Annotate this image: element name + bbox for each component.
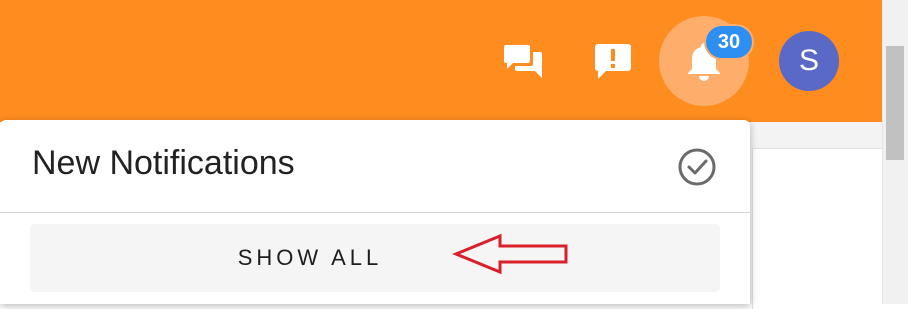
notification-count-badge: 30 [704, 24, 754, 60]
show-all-label: SHOW ALL [237, 245, 383, 270]
show-all-button[interactable]: SHOW ALL [30, 224, 720, 292]
check-circle-icon[interactable] [676, 146, 718, 188]
app-header [0, 0, 882, 122]
annotation-arrow-icon [452, 233, 568, 275]
notifications-dropdown-header: New Notifications [0, 120, 750, 213]
notifications-dropdown: New Notifications SHOW ALL [0, 120, 750, 304]
feedback-icon[interactable] [590, 38, 636, 84]
content-card [752, 148, 883, 309]
scrollbar-thumb[interactable] [886, 46, 904, 160]
notifications-title: New Notifications [32, 144, 295, 182]
user-avatar[interactable]: S [779, 31, 839, 91]
chat-icon[interactable] [500, 38, 546, 84]
